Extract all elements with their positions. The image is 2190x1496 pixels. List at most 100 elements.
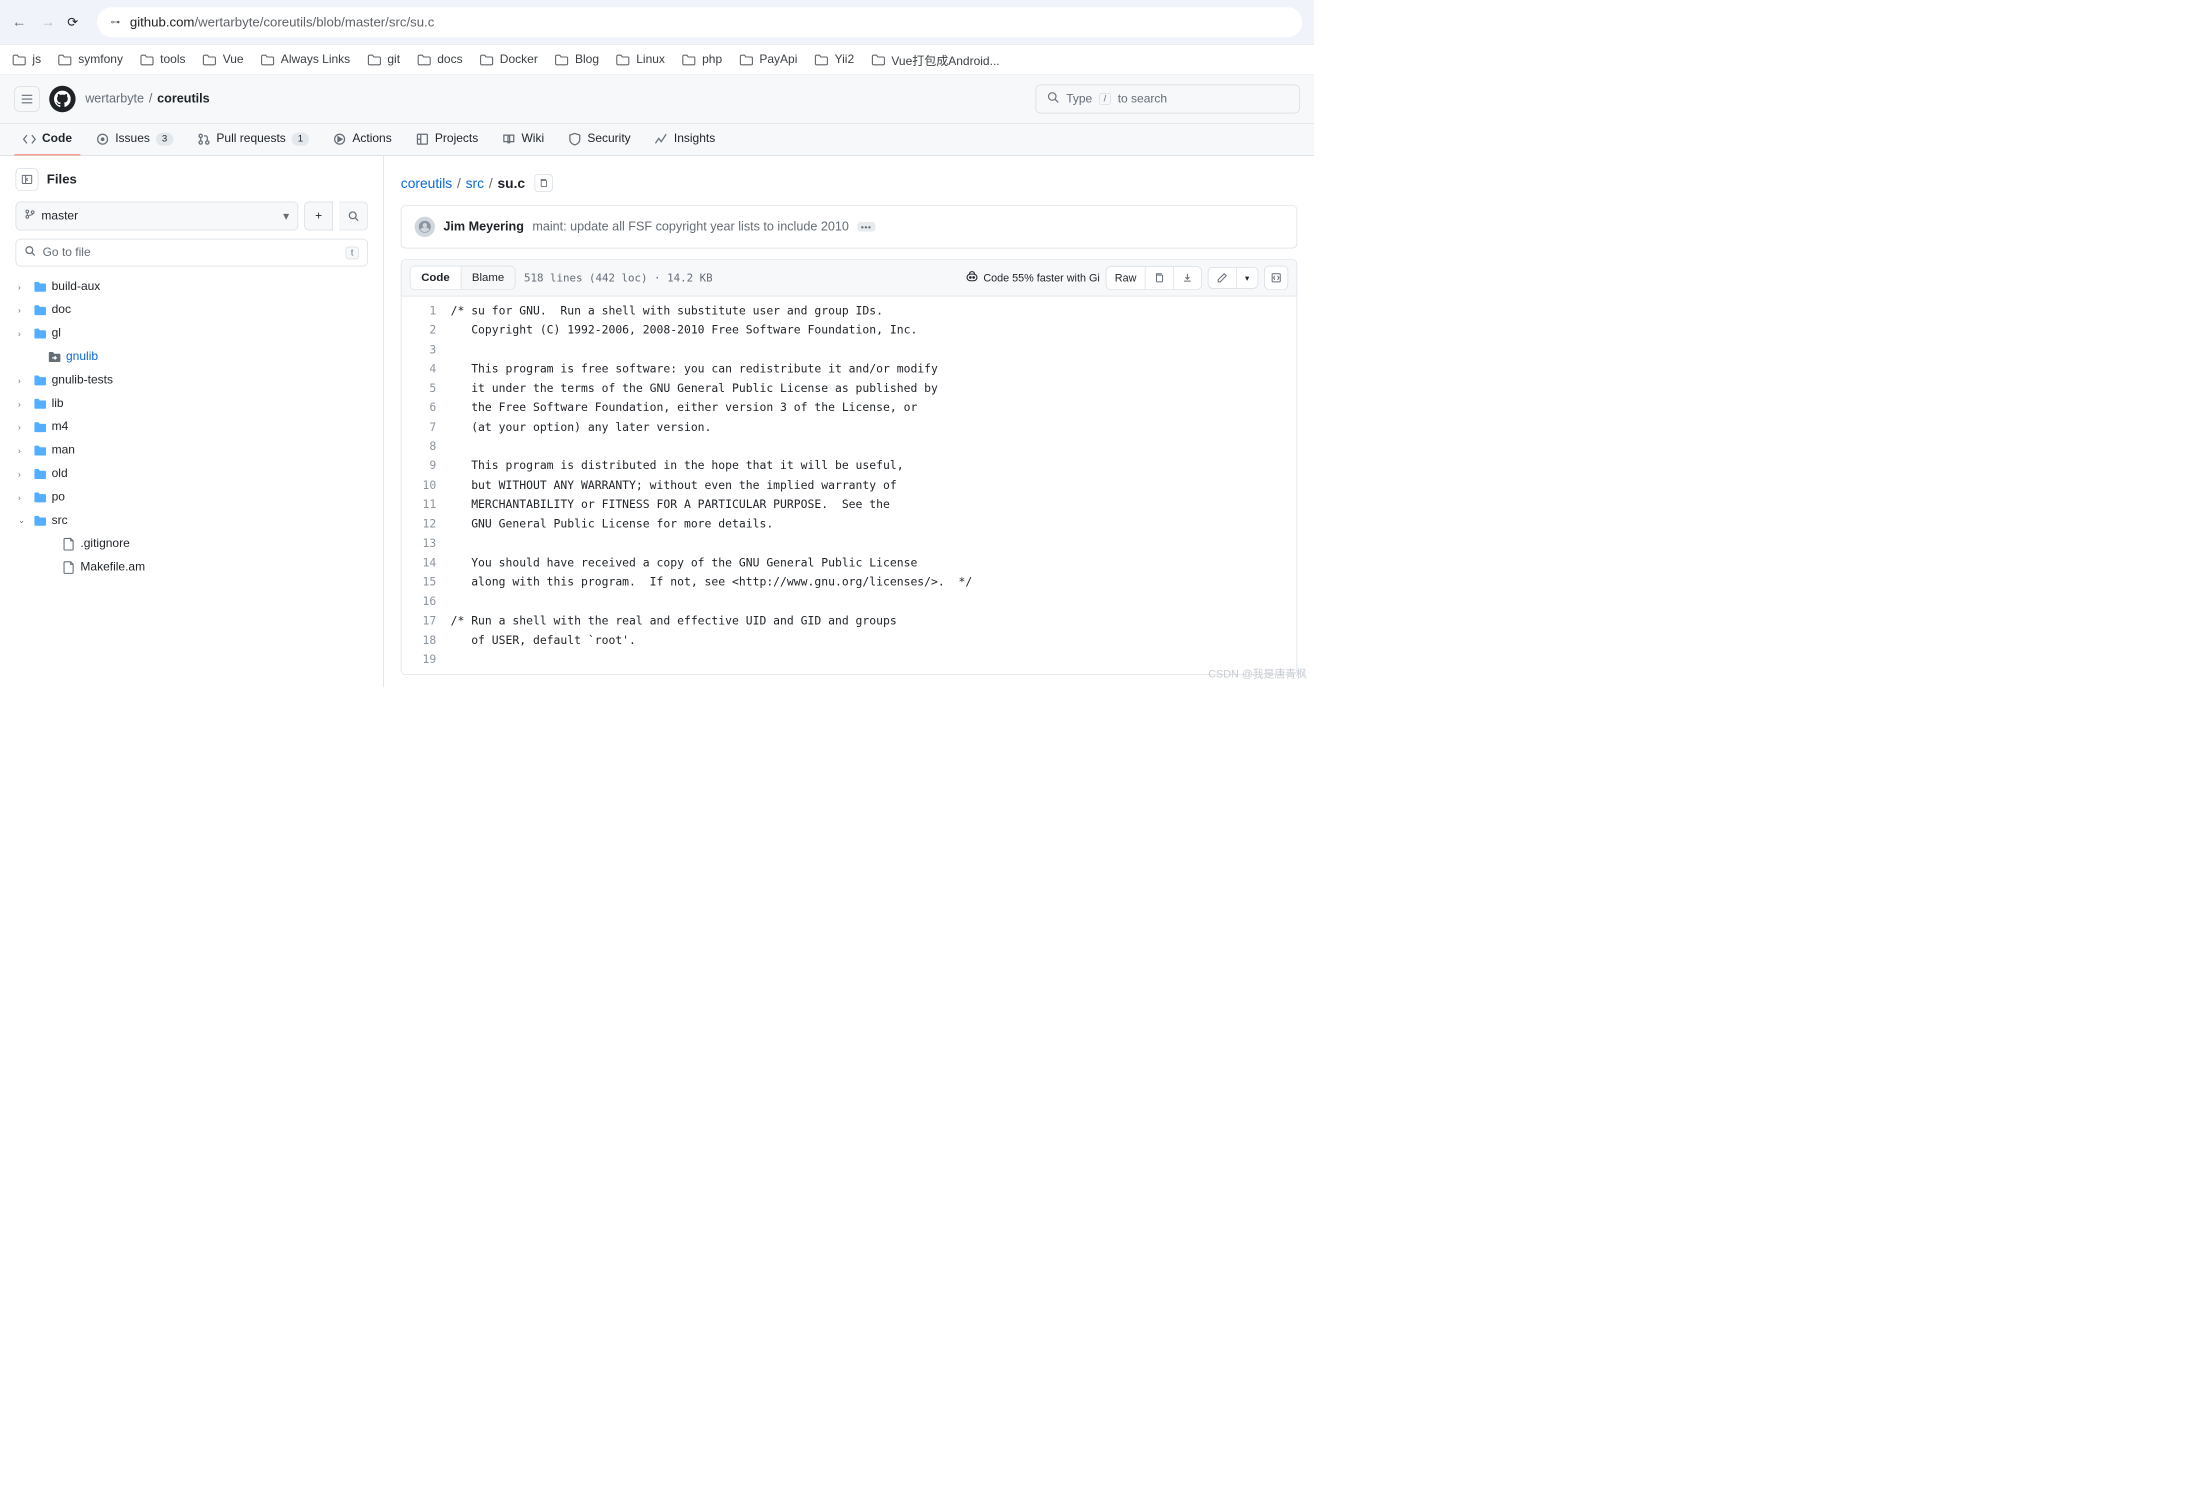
go-to-file-input[interactable]: Go to file t <box>16 239 368 267</box>
line-number[interactable]: 4 <box>401 359 450 378</box>
bookmark-item[interactable]: Yii2 <box>814 53 854 67</box>
search-tree-button[interactable] <box>339 202 368 231</box>
line-content[interactable]: (at your option) any later version. <box>451 417 1297 436</box>
bookmark-item[interactable]: js <box>12 53 41 67</box>
bookmark-item[interactable]: tools <box>140 53 186 67</box>
code-line[interactable]: 15 along with this program. If not, see … <box>401 572 1296 591</box>
bookmark-item[interactable]: Vue打包成Android... <box>871 51 1000 68</box>
chevron-icon[interactable]: › <box>18 399 29 409</box>
code-line[interactable]: 10 but WITHOUT ANY WARRANTY; without eve… <box>401 476 1296 495</box>
repo-name-link[interactable]: coreutils <box>157 92 210 106</box>
chevron-icon[interactable]: › <box>18 329 29 339</box>
tab-actions[interactable]: Actions <box>325 124 400 156</box>
code-line[interactable]: 5 it under the terms of the GNU General … <box>401 379 1296 398</box>
tree-item[interactable]: ›gl <box>16 322 368 345</box>
edit-file-button[interactable] <box>1208 268 1236 288</box>
line-number[interactable]: 11 <box>401 495 450 514</box>
line-content[interactable]: the Free Software Foundation, either ver… <box>451 398 1297 417</box>
code-line[interactable]: 3 <box>401 340 1296 359</box>
line-number[interactable]: 6 <box>401 398 450 417</box>
crumb-dir-link[interactable]: src <box>466 175 484 191</box>
tree-item[interactable]: ›doc <box>16 298 368 321</box>
code-line[interactable]: 17/* Run a shell with the real and effec… <box>401 611 1296 630</box>
add-file-button[interactable]: + <box>304 202 333 231</box>
copy-path-button[interactable] <box>535 174 553 192</box>
github-logo[interactable] <box>49 86 75 112</box>
back-button[interactable]: ← <box>12 14 26 31</box>
chevron-icon[interactable]: › <box>18 446 29 456</box>
line-number[interactable]: 19 <box>401 650 450 669</box>
line-number[interactable]: 14 <box>401 553 450 572</box>
tree-item[interactable]: ›m4 <box>16 415 368 438</box>
line-content[interactable] <box>451 437 1297 456</box>
line-content[interactable]: This program is free software: you can r… <box>451 359 1297 378</box>
line-number[interactable]: 5 <box>401 379 450 398</box>
author-avatar[interactable] <box>415 217 435 237</box>
tree-item[interactable]: ⌄src <box>16 509 368 532</box>
line-number[interactable]: 1 <box>401 301 450 320</box>
search-input[interactable]: Type / to search <box>1036 85 1300 114</box>
chevron-icon[interactable]: › <box>18 375 29 385</box>
chevron-icon[interactable]: ⌄ <box>18 515 29 525</box>
bookmark-item[interactable]: Always Links <box>260 53 350 67</box>
copy-raw-button[interactable] <box>1145 267 1173 289</box>
tree-item[interactable]: ›man <box>16 439 368 462</box>
line-content[interactable]: MERCHANTABILITY or FITNESS FOR A PARTICU… <box>451 495 1297 514</box>
tree-item[interactable]: Makefile.am <box>16 556 368 579</box>
tree-item[interactable]: ›lib <box>16 392 368 415</box>
collapse-sidebar-button[interactable] <box>16 168 39 191</box>
tree-item[interactable]: ›old <box>16 462 368 485</box>
code-line[interactable]: 19 <box>401 650 1296 669</box>
code-line[interactable]: 13 <box>401 534 1296 553</box>
line-content[interactable] <box>451 592 1297 611</box>
bookmark-item[interactable]: Docker <box>479 53 537 67</box>
line-content[interactable]: /* su for GNU. Run a shell with substitu… <box>451 301 1297 320</box>
tab-wiki[interactable]: Wiki <box>494 124 553 156</box>
tab-pull-requests[interactable]: Pull requests 1 <box>189 124 318 156</box>
edit-dropdown-button[interactable]: ▾ <box>1237 268 1258 288</box>
reload-button[interactable]: ⟳ <box>67 14 78 30</box>
line-content[interactable]: This program is distributed in the hope … <box>451 456 1297 475</box>
chevron-icon[interactable]: › <box>18 469 29 479</box>
crumb-repo-link[interactable]: coreutils <box>401 175 452 191</box>
commit-details-button[interactable]: ••• <box>857 222 875 232</box>
bookmark-item[interactable]: symfony <box>58 53 123 67</box>
line-number[interactable]: 15 <box>401 572 450 591</box>
tab-issues[interactable]: Issues 3 <box>88 124 182 156</box>
line-content[interactable]: GNU General Public License for more deta… <box>451 514 1297 533</box>
line-content[interactable] <box>451 650 1297 669</box>
line-content[interactable] <box>451 340 1297 359</box>
code-line[interactable]: 9 This program is distributed in the hop… <box>401 456 1296 475</box>
chevron-icon[interactable]: › <box>18 422 29 432</box>
line-number[interactable]: 18 <box>401 631 450 650</box>
line-number[interactable]: 9 <box>401 456 450 475</box>
tab-code[interactable]: Code <box>14 124 80 156</box>
download-raw-button[interactable] <box>1174 267 1202 289</box>
site-info-icon[interactable]: ⊶ <box>109 16 121 28</box>
tab-projects[interactable]: Projects <box>407 124 486 156</box>
code-line[interactable]: 16 <box>401 592 1296 611</box>
tree-item[interactable]: .gitignore <box>16 532 368 555</box>
line-content[interactable]: Copyright (C) 1992-2006, 2008-2010 Free … <box>451 321 1297 340</box>
line-number[interactable]: 8 <box>401 437 450 456</box>
tab-security[interactable]: Security <box>560 124 639 156</box>
chevron-icon[interactable]: › <box>18 282 29 292</box>
line-number[interactable]: 13 <box>401 534 450 553</box>
line-number[interactable]: 3 <box>401 340 450 359</box>
line-number[interactable]: 7 <box>401 417 450 436</box>
branch-selector[interactable]: master ▾ <box>16 202 299 231</box>
tree-item[interactable]: ›po <box>16 485 368 508</box>
forward-button[interactable]: → <box>41 14 55 31</box>
line-number[interactable]: 2 <box>401 321 450 340</box>
code-line[interactable]: 2 Copyright (C) 1992-2006, 2008-2010 Fre… <box>401 321 1296 340</box>
line-number[interactable]: 16 <box>401 592 450 611</box>
tab-insights[interactable]: Insights <box>646 124 723 156</box>
line-number[interactable]: 10 <box>401 476 450 495</box>
line-content[interactable]: of USER, default `root'. <box>451 631 1297 650</box>
hamburger-menu-button[interactable] <box>14 86 39 111</box>
code-view[interactable]: 1/* su for GNU. Run a shell with substit… <box>401 296 1296 674</box>
line-content[interactable]: You should have received a copy of the G… <box>451 553 1297 572</box>
bookmark-item[interactable]: Vue <box>202 53 243 67</box>
code-line[interactable]: 11 MERCHANTABILITY or FITNESS FOR A PART… <box>401 495 1296 514</box>
tree-item[interactable]: ›build-aux <box>16 275 368 298</box>
